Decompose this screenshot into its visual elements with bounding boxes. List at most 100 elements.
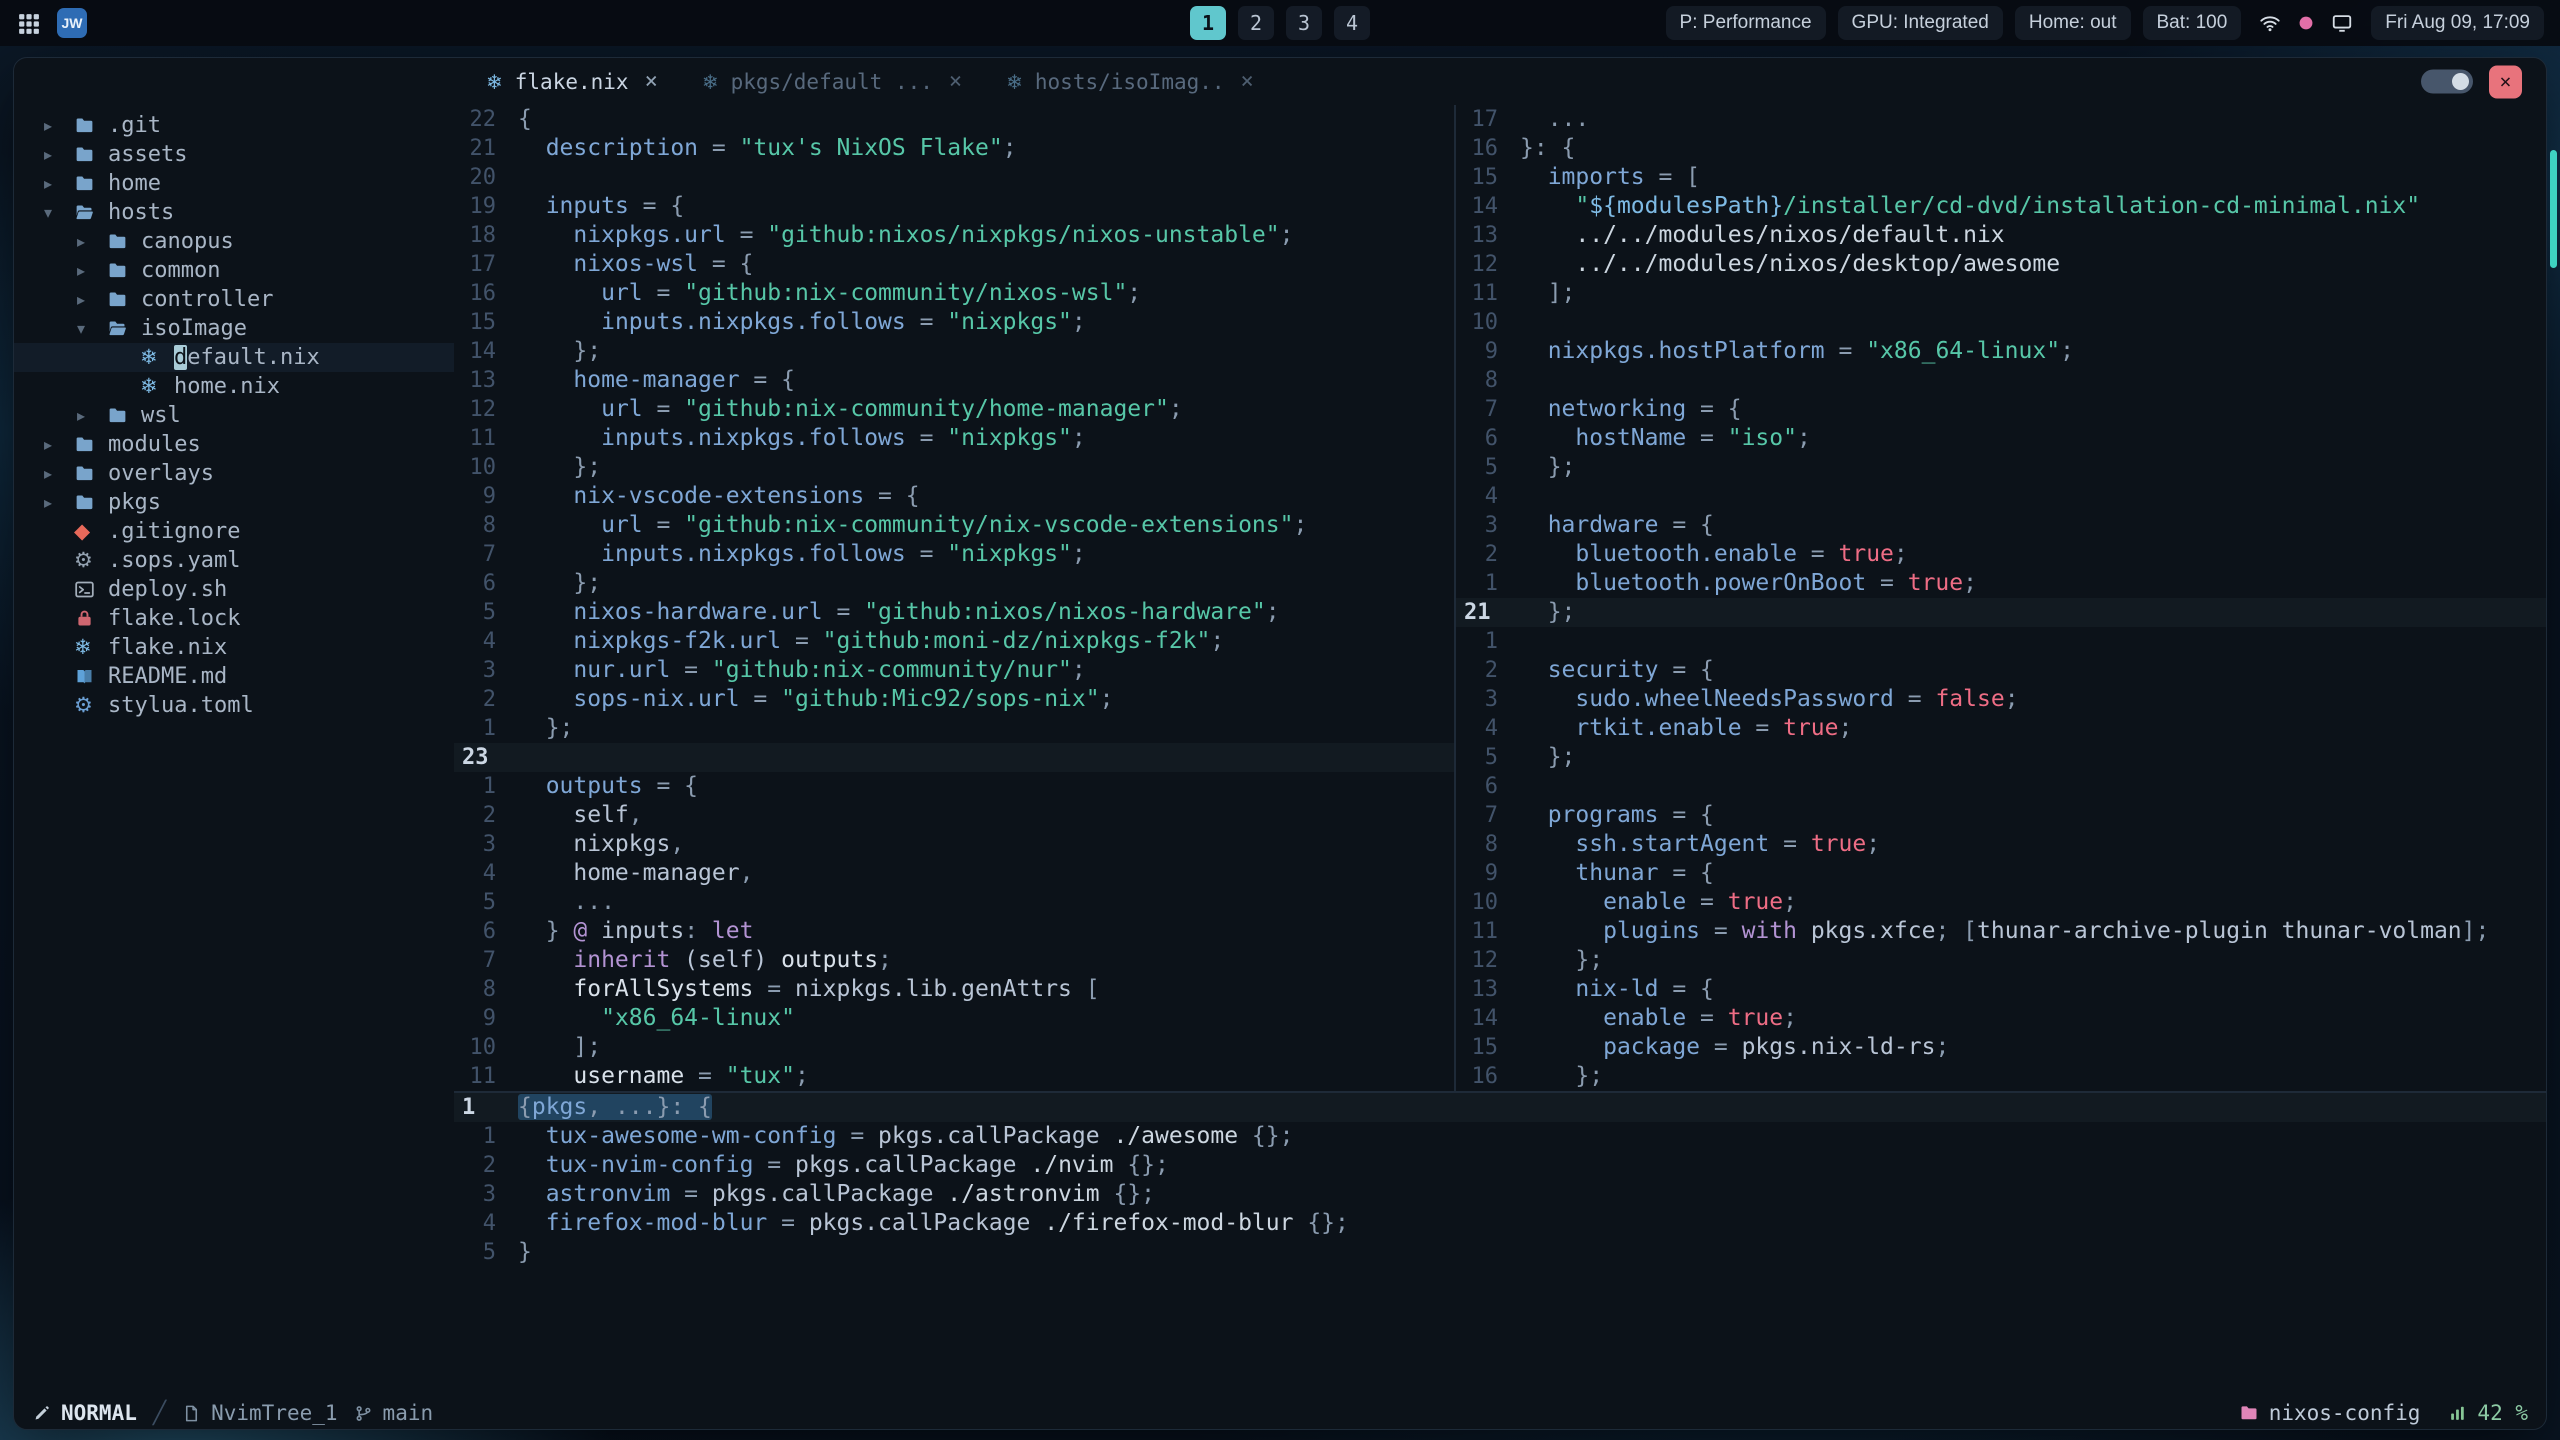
- tree-item--sops-yaml[interactable]: ⚙ .sops.yaml: [14, 546, 454, 575]
- code-line[interactable]: 12 ../../modules/nixos/desktop/awesome: [1456, 250, 2546, 279]
- tree-item-README-md[interactable]: README.md: [14, 662, 454, 691]
- tree-item--git[interactable]: ▸ .git: [14, 111, 454, 140]
- code-line[interactable]: 3 sudo.wheelNeedsPassword = false;: [1456, 685, 2546, 714]
- tree-item-wsl[interactable]: ▸ wsl: [14, 401, 454, 430]
- code-line[interactable]: 3 nixpkgs,: [454, 830, 1454, 859]
- code-line[interactable]: 12 url = "github:nix-community/home-mana…: [454, 395, 1454, 424]
- code-line[interactable]: 3 hardware = {: [1456, 511, 2546, 540]
- code-line[interactable]: 2 security = {: [1456, 656, 2546, 685]
- chevron-right-icon[interactable]: ▸: [77, 261, 107, 280]
- code-line[interactable]: 1 };: [454, 714, 1454, 743]
- tree-item-overlays[interactable]: ▸ overlays: [14, 459, 454, 488]
- tab-close-icon[interactable]: ×: [645, 69, 658, 94]
- buffer-name[interactable]: NvimTree_1: [182, 1401, 338, 1425]
- code-line[interactable]: 22 {: [454, 105, 1454, 134]
- code-line[interactable]: 6 };: [454, 569, 1454, 598]
- code-line[interactable]: 5 };: [1456, 743, 2546, 772]
- code-line[interactable]: 16 };: [1456, 1062, 2546, 1091]
- code-line[interactable]: 6: [1456, 772, 2546, 801]
- chevron-down-icon[interactable]: ▾: [77, 319, 107, 338]
- tree-item-default-nix[interactable]: ❄ default.nix: [14, 343, 454, 372]
- tab-close-icon[interactable]: ×: [1241, 69, 1254, 94]
- editor-pane-flake-nix[interactable]: 22{21 description = "tux's NixOS Flake";…: [454, 105, 1456, 1091]
- chevron-right-icon[interactable]: ▸: [44, 174, 74, 193]
- code-line[interactable]: 11 plugins = with pkgs.xfce; [thunar-arc…: [1456, 917, 2546, 946]
- tab-flake-nix[interactable]: ❄ flake.nix ×: [464, 58, 680, 105]
- code-line[interactable]: 8: [1456, 366, 2546, 395]
- code-line[interactable]: 8 ssh.startAgent = true;: [1456, 830, 2546, 859]
- code-line[interactable]: 15 package = pkgs.nix-ld-rs;: [1456, 1033, 2546, 1062]
- code-line[interactable]: 3 nur.url = "github:nix-community/nur";: [454, 656, 1454, 685]
- tab-close-icon[interactable]: ×: [949, 69, 962, 94]
- code-line[interactable]: 7 networking = {: [1456, 395, 2546, 424]
- logo-badge[interactable]: JW: [57, 8, 87, 38]
- code-line[interactable]: 7 inputs.nixpkgs.follows = "nixpkgs";: [454, 540, 1454, 569]
- code-line[interactable]: 13 home-manager = {: [454, 366, 1454, 395]
- tree-item--gitignore[interactable]: ◆ .gitignore: [14, 517, 454, 546]
- workspace-3[interactable]: 3: [1286, 6, 1322, 40]
- workspace-2[interactable]: 2: [1238, 6, 1274, 40]
- code-line[interactable]: 10 enable = true;: [1456, 888, 2546, 917]
- window-close-button[interactable]: ✕: [2489, 65, 2522, 98]
- code-line[interactable]: 13 ../../modules/nixos/default.nix: [1456, 221, 2546, 250]
- code-line[interactable]: 3 astronvim = pkgs.callPackage ./astronv…: [454, 1180, 2546, 1209]
- tree-item-flake-lock[interactable]: flake.lock: [14, 604, 454, 633]
- code-line[interactable]: 9 nix-vscode-extensions = {: [454, 482, 1454, 511]
- code-line[interactable]: 5 nixos-hardware.url = "github:nixos/nix…: [454, 598, 1454, 627]
- code-line[interactable]: 11 ];: [1456, 279, 2546, 308]
- code-line[interactable]: 2 bluetooth.enable = true;: [1456, 540, 2546, 569]
- code-line[interactable]: 4 firefox-mod-blur = pkgs.callPackage ./…: [454, 1209, 2546, 1238]
- code-line[interactable]: 15 imports = [: [1456, 163, 2546, 192]
- code-line[interactable]: 1: [1456, 627, 2546, 656]
- editor-pane-pkgs-default-nix[interactable]: 1 {pkgs, ...}: {1 tux-awesome-wm-config =…: [454, 1091, 2546, 1397]
- chevron-right-icon[interactable]: ▸: [77, 232, 107, 251]
- workspace-4[interactable]: 4: [1334, 6, 1370, 40]
- code-line[interactable]: 16 url = "github:nix-community/nixos-wsl…: [454, 279, 1454, 308]
- code-line[interactable]: 1 outputs = {: [454, 772, 1454, 801]
- code-line[interactable]: 4 nixpkgs-f2k.url = "github:moni-dz/nixp…: [454, 627, 1454, 656]
- code-line[interactable]: 6 } @ inputs: let: [454, 917, 1454, 946]
- tree-item-hosts[interactable]: ▾ hosts: [14, 198, 454, 227]
- chevron-down-icon[interactable]: ▾: [44, 203, 74, 222]
- tree-item-deploy-sh[interactable]: deploy.sh: [14, 575, 454, 604]
- workspace-1[interactable]: 1: [1190, 6, 1226, 40]
- code-line[interactable]: 10: [1456, 308, 2546, 337]
- code-line[interactable]: 1 bluetooth.powerOnBoot = true;: [1456, 569, 2546, 598]
- code-line[interactable]: 8 forAllSystems = nixpkgs.lib.genAttrs [: [454, 975, 1454, 1004]
- code-line[interactable]: 11 username = "tux";: [454, 1062, 1454, 1091]
- code-line[interactable]: 7 inherit (self) outputs;: [454, 946, 1454, 975]
- code-line[interactable]: 13 nix-ld = {: [1456, 975, 2546, 1004]
- code-line[interactable]: 16}: {: [1456, 134, 2546, 163]
- code-line[interactable]: 14 };: [454, 337, 1454, 366]
- code-line[interactable]: 21 description = "tux's NixOS Flake";: [454, 134, 1454, 163]
- code-line[interactable]: 17 ...: [1456, 105, 2546, 134]
- tree-item-home[interactable]: ▸ home: [14, 169, 454, 198]
- code-line[interactable]: 14 "${modulesPath}/installer/cd-dvd/inst…: [1456, 192, 2546, 221]
- code-line[interactable]: 5 };: [1456, 453, 2546, 482]
- chevron-right-icon[interactable]: ▸: [77, 290, 107, 309]
- code-line[interactable]: 18 nixpkgs.url = "github:nixos/nixpkgs/n…: [454, 221, 1454, 250]
- chevron-right-icon[interactable]: ▸: [44, 145, 74, 164]
- tree-item-controller[interactable]: ▸ controller: [14, 285, 454, 314]
- code-line[interactable]: 15 inputs.nixpkgs.follows = "nixpkgs";: [454, 308, 1454, 337]
- code-line[interactable]: 19 inputs = {: [454, 192, 1454, 221]
- code-line[interactable]: 4 home-manager,: [454, 859, 1454, 888]
- code-line[interactable]: 6 hostName = "iso";: [1456, 424, 2546, 453]
- tab-pkgs-default-[interactable]: ❄ pkgs/default ... ×: [680, 58, 984, 105]
- tree-item-isoImage[interactable]: ▾ isoImage: [14, 314, 454, 343]
- tree-item-common[interactable]: ▸ common: [14, 256, 454, 285]
- code-line[interactable]: 21 };: [1456, 598, 2546, 627]
- edge-scrollbar[interactable]: [2550, 150, 2557, 268]
- tree-item-home-nix[interactable]: ❄ home.nix: [14, 372, 454, 401]
- chevron-right-icon[interactable]: ▸: [44, 464, 74, 483]
- tree-item-flake-nix[interactable]: ❄ flake.nix: [14, 633, 454, 662]
- code-line[interactable]: 10 ];: [454, 1033, 1454, 1062]
- code-line[interactable]: 9 nixpkgs.hostPlatform = "x86_64-linux";: [1456, 337, 2546, 366]
- code-line[interactable]: 20: [454, 163, 1454, 192]
- apps-grid-icon[interactable]: [16, 11, 41, 36]
- code-line[interactable]: 5 ...: [454, 888, 1454, 917]
- chevron-right-icon[interactable]: ▸: [44, 435, 74, 454]
- code-line[interactable]: 12 };: [1456, 946, 2546, 975]
- code-line[interactable]: 2 sops-nix.url = "github:Mic92/sops-nix"…: [454, 685, 1454, 714]
- editor-pane-isoimage-default-nix[interactable]: 17 ... 16}: {15 imports = [14 "${modulesP…: [1456, 105, 2546, 1091]
